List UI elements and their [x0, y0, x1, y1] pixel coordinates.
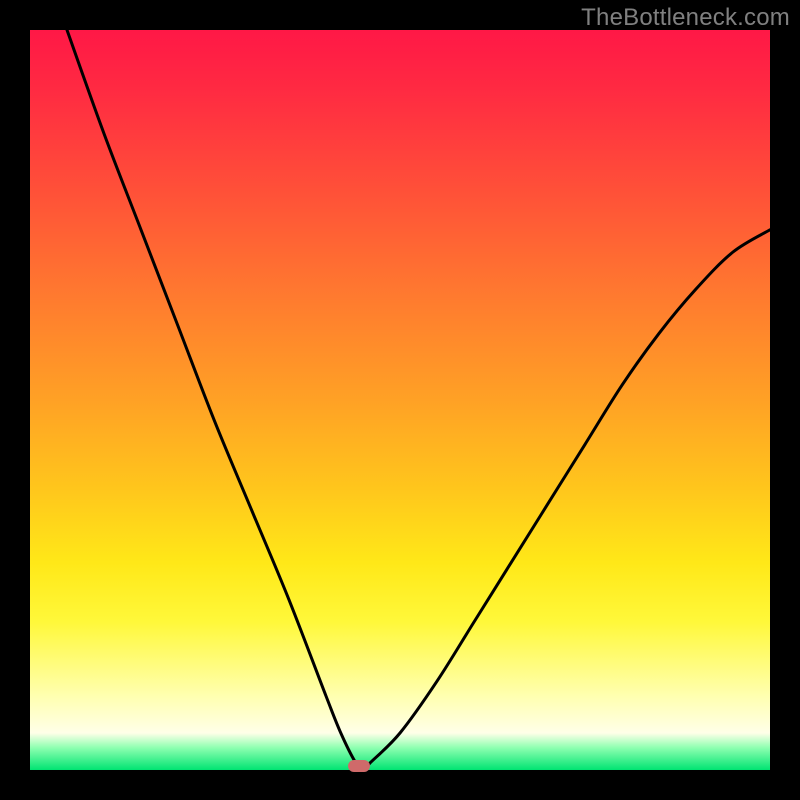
plot-area: [30, 30, 770, 770]
bottleneck-curve: [30, 30, 770, 770]
curve-path: [67, 30, 770, 770]
chart-container: TheBottleneck.com: [0, 0, 800, 800]
watermark-text: TheBottleneck.com: [581, 4, 790, 32]
optimal-marker: [348, 760, 370, 772]
